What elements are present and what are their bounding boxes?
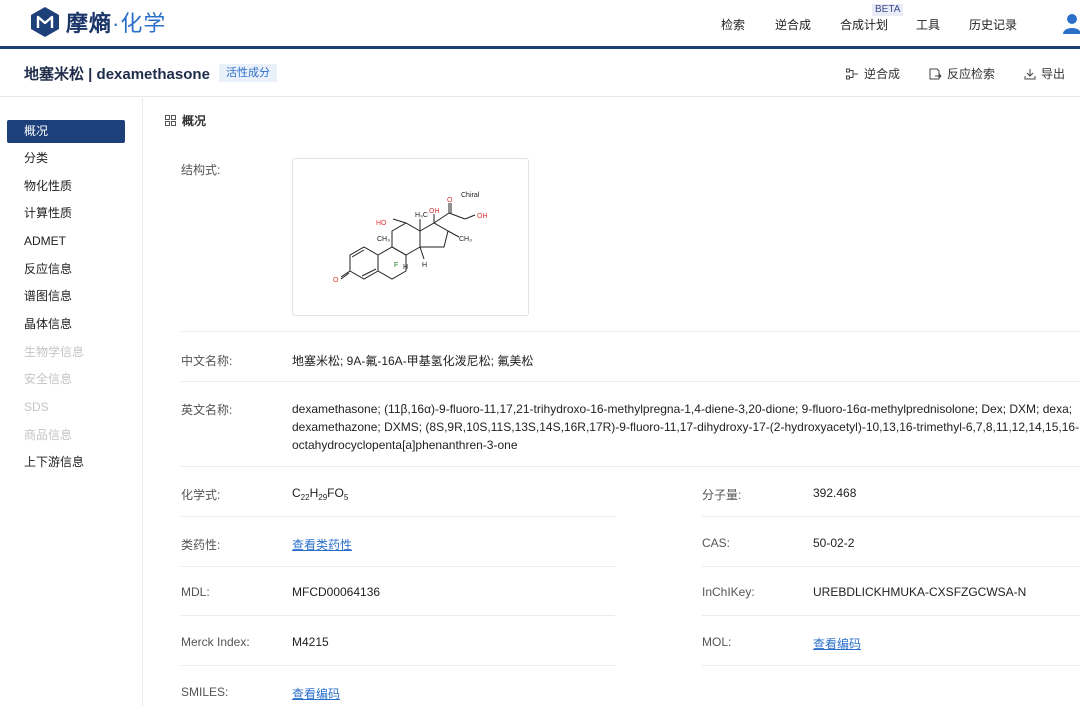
sidebar-item-upstream-downstream[interactable]: 上下游信息 bbox=[7, 451, 125, 474]
nav-synthesis-plan[interactable]: 合成计划 bbox=[840, 16, 888, 33]
sidebar: 概况 分类 物化性质 计算性质 ADMET 反应信息 谱图信息 晶体信息 生物学… bbox=[0, 98, 143, 706]
divider bbox=[181, 615, 615, 616]
retrosynthesis-icon bbox=[846, 68, 858, 79]
structure-label: 结构式: bbox=[181, 163, 221, 177]
druglike-label: 类药性: bbox=[181, 538, 221, 552]
divider bbox=[181, 331, 1080, 332]
divider bbox=[181, 566, 615, 567]
nav-retrosynthesis[interactable]: 逆合成 bbox=[775, 16, 811, 33]
divider bbox=[181, 466, 1080, 467]
atom-ho: HO bbox=[376, 220, 387, 227]
atom-oh-21: OH bbox=[477, 213, 488, 220]
en-name-value: dexamethasone; (11β,16α)-9-fluoro-11,17,… bbox=[292, 402, 1080, 452]
logo-text: 摩熵·化学 bbox=[66, 11, 167, 36]
sidebar-item-classification[interactable]: 分类 bbox=[7, 147, 125, 170]
nav-search[interactable]: 检索 bbox=[721, 16, 745, 33]
atom-o-side: O bbox=[447, 197, 453, 204]
beta-badge: BETA bbox=[872, 4, 904, 16]
sidebar-item-computed[interactable]: 计算性质 bbox=[7, 202, 125, 225]
top-navbar: 摩熵·化学 检索 逆合成 合成计划 BETA 工具 历史记录 bbox=[0, 0, 1080, 46]
sidebar-item-products: 商品信息 bbox=[24, 428, 73, 442]
chiral-label: Chiral bbox=[461, 192, 480, 199]
smiles-label: SMILES: bbox=[181, 685, 229, 699]
cn-name-label: 中文名称: bbox=[181, 354, 233, 368]
sidebar-item-sds: SDS bbox=[24, 400, 49, 414]
divider bbox=[702, 665, 1080, 666]
atom-h-8: H bbox=[403, 264, 408, 271]
sidebar-item-overview[interactable]: 概况 bbox=[7, 120, 125, 143]
nav-history[interactable]: 历史记录 bbox=[969, 16, 1017, 33]
page-header: 地塞米松 | dexamethasone 活性成分 逆合成 反应检索 导出 bbox=[0, 49, 1080, 97]
sidebar-item-safety: 安全信息 bbox=[24, 372, 73, 386]
sidebar-item-spectra[interactable]: 谱图信息 bbox=[7, 285, 125, 308]
user-avatar-icon[interactable] bbox=[1062, 12, 1080, 34]
smiles-link[interactable]: 查看编码 bbox=[292, 685, 340, 702]
overview-panel: 概况 结构式: Chiral HO OH OH O O CH₃ H₃C CH₃ … bbox=[143, 98, 1080, 706]
retrosynthesis-button[interactable]: 逆合成 bbox=[846, 65, 900, 82]
atom-h-14: H bbox=[422, 262, 427, 269]
divider bbox=[702, 516, 1080, 517]
divider bbox=[181, 516, 615, 517]
sidebar-item-biology: 生物学信息 bbox=[24, 345, 85, 359]
mol-label: MOL: bbox=[702, 635, 732, 649]
divider bbox=[181, 665, 615, 666]
sidebar-item-reaction[interactable]: 反应信息 bbox=[7, 258, 125, 281]
logo-icon bbox=[31, 7, 59, 37]
atom-ch3-16: CH₃ bbox=[459, 236, 472, 243]
atom-oh-17: OH bbox=[429, 208, 440, 215]
atom-f: F bbox=[394, 262, 398, 269]
export-label: 导出 bbox=[1041, 67, 1066, 81]
structure-image[interactable]: Chiral HO OH OH O O CH₃ H₃C CH₃ F H H bbox=[292, 158, 529, 316]
druglike-link[interactable]: 查看类药性 bbox=[292, 536, 352, 553]
mol-link[interactable]: 查看编码 bbox=[813, 635, 861, 652]
divider bbox=[181, 381, 1080, 382]
sidebar-item-crystal[interactable]: 晶体信息 bbox=[7, 313, 125, 336]
nav-tools[interactable]: 工具 bbox=[916, 16, 940, 33]
sidebar-item-physchem[interactable]: 物化性质 bbox=[7, 175, 125, 198]
mdl-label: MDL: bbox=[181, 585, 210, 599]
atom-h3c-13: H₃C bbox=[415, 212, 428, 219]
sidebar-item-admet[interactable]: ADMET bbox=[7, 230, 125, 253]
reaction-search-button[interactable]: 反应检索 bbox=[929, 65, 995, 82]
mw-label: 分子量: bbox=[702, 488, 742, 502]
grid-icon bbox=[165, 115, 176, 126]
download-icon bbox=[1024, 68, 1036, 79]
section-header: 概况 bbox=[165, 112, 206, 129]
merck-label: Merck Index: bbox=[181, 635, 250, 649]
en-name-label: 英文名称: bbox=[181, 403, 233, 417]
formula-value: C22H29FO5 bbox=[292, 486, 349, 502]
inchikey-label: InChIKey: bbox=[702, 585, 755, 599]
reaction-search-label: 反应检索 bbox=[947, 67, 996, 81]
molecule-diagram: Chiral HO OH OH O O CH₃ H₃C CH₃ F H H bbox=[333, 192, 488, 284]
reaction-search-icon bbox=[929, 68, 942, 79]
atom-ch3-10: CH₃ bbox=[377, 236, 390, 243]
merck-value: M4215 bbox=[292, 635, 329, 649]
mdl-value: MFCD00064136 bbox=[292, 585, 381, 599]
formula-label: 化学式: bbox=[181, 488, 221, 502]
logo[interactable]: 摩熵·化学 bbox=[30, 6, 166, 38]
atom-o-keto: O bbox=[333, 277, 339, 284]
inchikey-value: UREBDLICKHMUKA-CXSFZGCWSA-N bbox=[813, 585, 1027, 599]
cas-value: 50-02-2 bbox=[813, 536, 855, 550]
cn-name-value: 地塞米松; 9A-氟-16A-甲基氢化泼尼松; 氟美松 bbox=[292, 354, 534, 368]
retrosynthesis-label: 逆合成 bbox=[864, 67, 901, 81]
page-title: 地塞米松 | dexamethasone bbox=[24, 66, 210, 83]
section-title: 概况 bbox=[182, 114, 207, 128]
divider bbox=[702, 615, 1080, 616]
mw-value: 392.468 bbox=[813, 486, 857, 500]
divider bbox=[702, 566, 1080, 567]
cas-label: CAS: bbox=[702, 536, 731, 550]
active-ingredient-tag: 活性成分 bbox=[219, 64, 277, 82]
export-button[interactable]: 导出 bbox=[1024, 65, 1065, 82]
